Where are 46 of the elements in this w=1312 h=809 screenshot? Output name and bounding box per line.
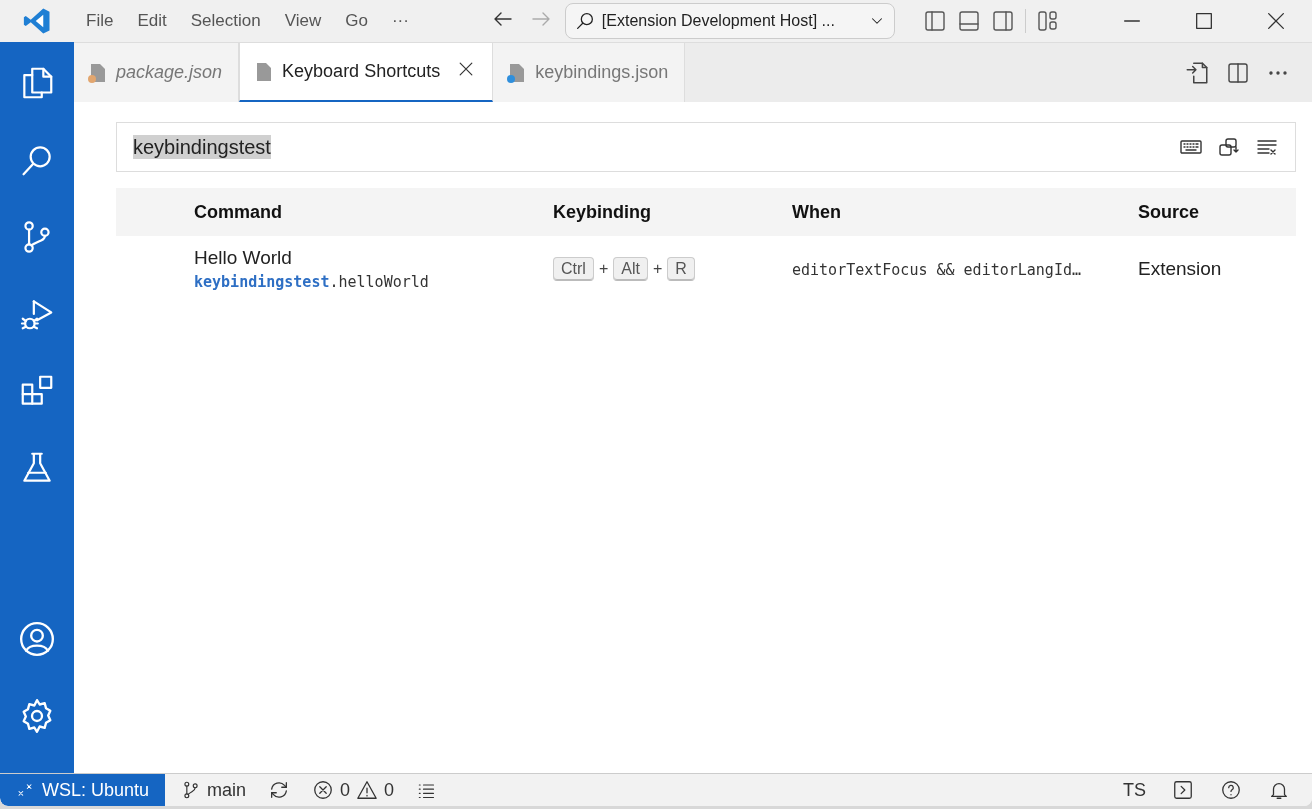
keycap: R <box>667 257 695 281</box>
command-id: keybindingstest.helloWorld <box>194 273 430 291</box>
menu-item[interactable]: ··· <box>379 11 421 31</box>
app-logo-icon <box>22 6 52 36</box>
menu-item[interactable]: View <box>272 11 334 31</box>
file-icon <box>256 61 273 82</box>
column-header[interactable]: When <box>792 201 841 222</box>
remote-indicator[interactable]: WSL: Ubuntu <box>0 774 166 806</box>
plus-sign: + <box>652 260 663 278</box>
account-icon[interactable] <box>17 619 57 659</box>
help-icon[interactable] <box>1220 779 1242 801</box>
menu-item[interactable]: Edit <box>125 11 179 31</box>
keycap: Ctrl <box>553 257 594 281</box>
warning-icon[interactable] <box>356 779 379 801</box>
secondary-sidebar-layout-icon[interactable] <box>990 9 1015 33</box>
file-icon <box>90 62 106 83</box>
keycap: Alt <box>613 257 648 281</box>
column-header[interactable]: Keybinding <box>553 201 651 222</box>
language-indicator[interactable]: TS <box>1123 779 1146 801</box>
source-label: Extension <box>1138 258 1222 279</box>
menu-item[interactable]: File <box>74 11 126 31</box>
editor-tab[interactable]: keybindings.json <box>493 43 686 102</box>
command-center[interactable]: [Extension Development Host] ... <box>564 3 895 39</box>
problems-item[interactable]: 0 0 <box>312 779 395 801</box>
menu-item[interactable]: Selection <box>178 11 273 31</box>
file-icon <box>509 62 526 83</box>
menu-item[interactable]: Go <box>333 11 380 31</box>
plus-sign: + <box>598 260 609 278</box>
sort-precedence-icon[interactable] <box>1217 135 1241 159</box>
error-icon[interactable] <box>312 779 335 801</box>
customize-layout-icon[interactable] <box>1035 9 1060 33</box>
maximize-icon[interactable] <box>1193 10 1215 32</box>
when-clause: editorTextFocus && editorLangId… <box>792 260 1081 279</box>
editor-tab[interactable]: Keyboard Shortcuts <box>239 43 494 102</box>
column-header[interactable]: Command <box>194 201 282 222</box>
panel-layout-icon[interactable] <box>956 9 981 33</box>
editor-tab[interactable]: package.json <box>74 43 240 102</box>
column-header[interactable]: Source <box>1138 201 1200 222</box>
close-icon[interactable] <box>1265 10 1287 32</box>
search-field[interactable]: keybindingstest <box>116 122 1296 172</box>
branch-item[interactable]: main <box>181 779 247 801</box>
sidebar-layout-icon[interactable] <box>922 9 947 33</box>
split-editor-icon[interactable] <box>1226 60 1250 85</box>
terminal-icon[interactable] <box>1172 779 1194 801</box>
open-json-icon[interactable] <box>1184 59 1210 86</box>
command-title: Hello World <box>194 247 293 269</box>
